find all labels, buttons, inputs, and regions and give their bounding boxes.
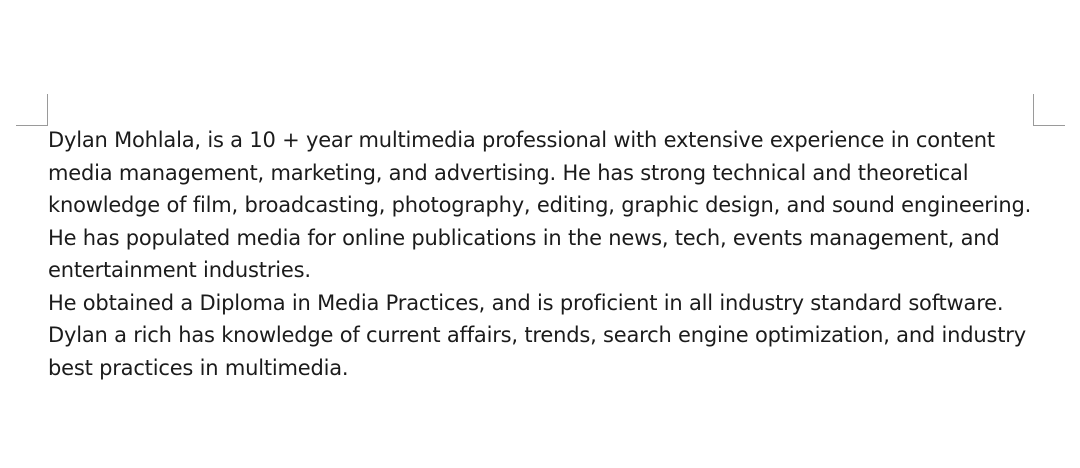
- top-left-margin-marker: [16, 94, 48, 126]
- paragraph-education[interactable]: He obtained a Diploma in Media Practices…: [48, 287, 1038, 320]
- paragraph-intro[interactable]: Dylan Mohlala, is a 10 + year multimedia…: [48, 124, 1038, 222]
- document-body[interactable]: Dylan Mohlala, is a 10 + year multimedia…: [48, 124, 1038, 384]
- top-right-margin-marker: [1033, 94, 1065, 126]
- paragraph-knowledge[interactable]: Dylan a rich has knowledge of current af…: [48, 319, 1038, 384]
- document-page: Dylan Mohlala, is a 10 + year multimedia…: [0, 0, 1080, 468]
- paragraph-publications[interactable]: He has populated media for online public…: [48, 222, 1038, 287]
